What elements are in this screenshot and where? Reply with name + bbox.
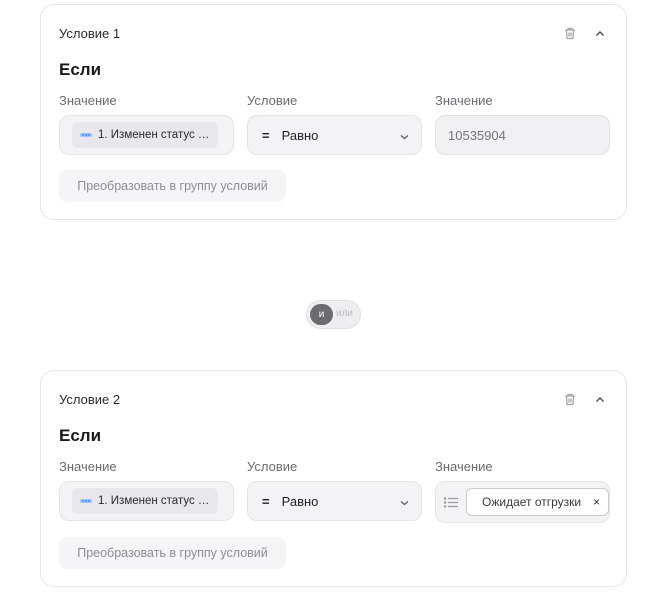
source-app-icon (80, 129, 92, 141)
condition-tools (562, 391, 608, 407)
condition-title: Условие 2 (59, 392, 121, 407)
chevron-down-icon (400, 128, 409, 143)
operator-symbol: = (262, 493, 270, 509)
operator-select[interactable]: = Равно (247, 481, 422, 521)
conditions-editor: Условие 1 Если Значение Условие Значение (0, 0, 661, 593)
source-chip-text: 1. Изменен статус заказа (98, 495, 210, 507)
source-chip[interactable]: 1. Изменен статус заказа (72, 122, 218, 148)
condition-card-2: Условие 2 Если Значение Условие Значение (40, 370, 627, 587)
trash-icon[interactable] (562, 25, 578, 41)
convert-to-group-button[interactable]: Преобразовать в группу условий (59, 537, 286, 569)
logic-or-option[interactable]: ИЛИ (336, 308, 353, 319)
operator-symbol: = (262, 127, 270, 143)
value-label: Значение (435, 459, 493, 474)
condition-card-1: Условие 1 Если Значение Условие Значение (40, 4, 627, 220)
condition-title: Условие 1 (59, 26, 121, 41)
chevron-up-icon[interactable] (592, 25, 608, 41)
if-heading: Если (59, 426, 102, 445)
source-label: Значение (59, 93, 117, 108)
source-label: Значение (59, 459, 117, 474)
value-input[interactable] (448, 127, 609, 143)
source-chip-text: 1. Изменен статус заказа (98, 129, 210, 141)
value-label: Значение (435, 93, 493, 108)
source-app-icon (80, 495, 92, 507)
condition-tools (562, 25, 608, 41)
chevron-down-icon (400, 494, 409, 509)
logic-toggle[interactable]: И ИЛИ (306, 300, 361, 329)
value-tag-text: Ожидает отгрузки (482, 495, 582, 509)
chevron-up-icon[interactable] (592, 391, 608, 407)
close-icon[interactable]: × (593, 495, 600, 509)
value-tags-field[interactable]: Ожидает отгрузки × (435, 481, 610, 523)
operator-value: Равно (281, 493, 319, 509)
source-field[interactable]: 1. Изменен статус заказа (59, 115, 234, 155)
trash-icon[interactable] (562, 391, 578, 407)
convert-to-group-button[interactable]: Преобразовать в группу условий (59, 170, 286, 202)
operator-select[interactable]: = Равно (247, 115, 422, 155)
source-chip[interactable]: 1. Изменен статус заказа (72, 488, 218, 514)
operator-value: Равно (281, 127, 319, 143)
operator-label: Условие (247, 93, 298, 108)
if-heading: Если (59, 60, 102, 79)
value-tag[interactable]: Ожидает отгрузки × (466, 488, 609, 516)
source-field[interactable]: 1. Изменен статус заказа (59, 481, 234, 521)
operator-label: Условие (247, 459, 298, 474)
logic-and-option[interactable]: И (310, 304, 333, 325)
value-field[interactable] (435, 115, 610, 155)
list-icon[interactable] (444, 496, 458, 508)
